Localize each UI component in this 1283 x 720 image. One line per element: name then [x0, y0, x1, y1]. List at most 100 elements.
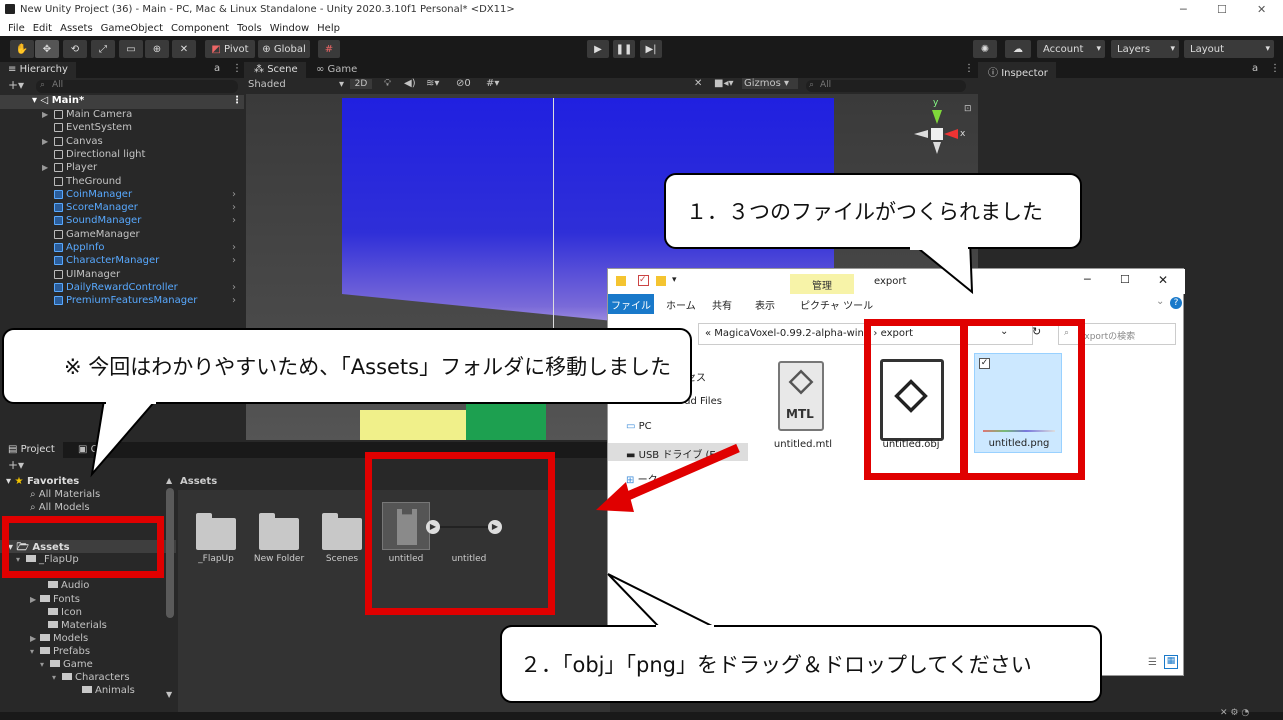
lock-icon[interactable]: a	[214, 63, 220, 74]
ribbon-tab-home[interactable]: ホーム	[666, 297, 696, 312]
project-folder-item[interactable]: ▾ Prefabs	[30, 646, 90, 657]
mtl-file-icon[interactable]: MTL	[778, 361, 824, 431]
nav-item-pc[interactable]: ▭ PC	[626, 421, 652, 432]
project-folder-item[interactable]: ▾ Characters	[52, 672, 130, 683]
ribbon-tab-file[interactable]: ファイル	[608, 294, 654, 314]
project-folder-item[interactable]: ▾ Game	[40, 659, 93, 670]
scene-search-input[interactable]: ⌕ All	[806, 80, 966, 92]
chevron-right-icon[interactable]: ›	[232, 282, 236, 293]
menu-edit[interactable]: Edit	[33, 23, 52, 34]
hierarchy-search-input[interactable]: ⌕ All	[36, 80, 238, 93]
tab-project[interactable]: ▤ Project	[0, 442, 63, 458]
scene-lock-icon[interactable]: ⊡	[964, 104, 972, 114]
grid-snap-icon[interactable]: #	[318, 40, 340, 58]
ribbon-tab-view[interactable]: 表示	[755, 297, 775, 312]
play-button[interactable]: ▶	[587, 40, 609, 58]
audio-icon[interactable]: ◀)	[404, 78, 416, 89]
tab-scene[interactable]: ⁂ Scene	[246, 62, 306, 78]
expand-arrow-icon[interactable]: ▶	[42, 110, 51, 119]
collab-icon[interactable]: ✺	[973, 40, 997, 58]
sidebar-scrollbar[interactable]	[166, 488, 174, 618]
large-icons-view-icon[interactable]: ▦	[1164, 655, 1178, 669]
expand-arrow-icon[interactable]: ▾	[40, 660, 50, 669]
effects-icon[interactable]: ≋▾	[426, 78, 439, 89]
gizmos-dropdown[interactable]: Gizmos ▾	[742, 78, 798, 89]
scroll-down-icon[interactable]: ▼	[166, 690, 172, 699]
2d-toggle[interactable]: 2D	[350, 79, 372, 89]
hierarchy-item[interactable]: CharacterManager ›	[42, 254, 242, 267]
close-icon[interactable]: ✕	[1257, 3, 1266, 16]
chevron-right-icon[interactable]: ›	[232, 255, 236, 266]
chevron-right-icon[interactable]: ›	[232, 202, 236, 213]
lighting-icon[interactable]: 💡︎	[384, 78, 391, 89]
hand-tool-icon[interactable]: ✋	[10, 40, 34, 58]
hierarchy-item[interactable]: TheGround	[42, 175, 242, 188]
menu-assets[interactable]: Assets	[60, 23, 93, 34]
explorer-minimize-icon[interactable]: ─	[1084, 273, 1091, 286]
move-tool-icon[interactable]: ✥	[35, 40, 59, 58]
inspector-lock-icon[interactable]: a	[1252, 63, 1258, 74]
pause-button[interactable]: ❚❚	[613, 40, 635, 58]
hierarchy-item[interactable]: ▶ Player	[42, 161, 242, 174]
ribbon-expand-icon[interactable]: ⌄	[1156, 296, 1164, 307]
expand-arrow-icon[interactable]: ▾	[52, 673, 62, 682]
global-toggle[interactable]: ⊕ Global	[258, 40, 310, 58]
hierarchy-item[interactable]: CoinManager ›	[42, 188, 242, 201]
details-view-icon[interactable]: ☰	[1148, 657, 1157, 668]
hidden-objects-icon[interactable]: ⊘0	[456, 78, 471, 89]
explorer-maximize-icon[interactable]: ☐	[1120, 273, 1130, 286]
transform-tool-icon[interactable]: ⊕	[145, 40, 169, 58]
folder-icon[interactable]	[259, 513, 299, 550]
project-folder-item[interactable]: ▶ Fonts	[30, 594, 80, 605]
scene-root-row[interactable]: ▾ ◁ Main* ⋮	[0, 95, 244, 109]
hierarchy-item[interactable]: DailyRewardController ›	[42, 281, 242, 294]
hierarchy-item[interactable]: EventSystem	[42, 121, 242, 134]
ribbon-tab-picture-tools[interactable]: ピクチャ ツール	[800, 297, 873, 312]
project-folder-item[interactable]: Icon	[38, 607, 82, 618]
camera-icon[interactable]: ■◂▾	[714, 78, 734, 89]
add-object-button[interactable]: +▾	[8, 78, 24, 92]
hierarchy-item[interactable]: ▶ Canvas	[42, 135, 242, 148]
chevron-right-icon[interactable]: ›	[232, 215, 236, 226]
layers-dropdown[interactable]: Layers	[1111, 40, 1179, 58]
expand-arrow-icon[interactable]: ▶	[30, 595, 40, 604]
project-folder-item[interactable]: Materials	[38, 620, 107, 631]
scene-menu-icon[interactable]: ⋮	[232, 95, 242, 106]
breadcrumb-assets[interactable]: Assets	[180, 476, 217, 487]
chevron-right-icon[interactable]: ›	[232, 242, 236, 253]
menu-component[interactable]: Component	[171, 23, 229, 34]
tools-icon[interactable]: ✕	[694, 78, 702, 89]
favorites-header[interactable]: ▾ ★ Favorites	[6, 476, 79, 487]
minimize-icon[interactable]: ─	[1180, 3, 1187, 16]
rect-tool-icon[interactable]: ▭	[119, 40, 143, 58]
explorer-close-icon[interactable]: ✕	[1158, 273, 1168, 287]
custom-tool-icon[interactable]: ✕	[172, 40, 196, 58]
ribbon-tab-share[interactable]: 共有	[712, 297, 732, 312]
hierarchy-item[interactable]: Directional light	[42, 148, 242, 161]
shading-dropdown[interactable]: Shaded ▾	[248, 79, 346, 90]
scene-more-icon[interactable]: ⋮	[964, 63, 974, 74]
cloud-icon[interactable]: ☁	[1005, 40, 1031, 58]
menu-window[interactable]: Window	[270, 23, 309, 34]
hierarchy-item[interactable]: GameManager	[42, 228, 242, 241]
checkbox-icon[interactable]: ✓	[638, 275, 649, 286]
project-folder-item[interactable]: Animals	[72, 685, 135, 696]
project-folder-item[interactable]: Audio	[38, 580, 89, 591]
grid-icon[interactable]: #▾	[486, 78, 499, 89]
expand-arrow-icon[interactable]: ▶	[42, 137, 51, 146]
pivot-toggle[interactable]: ◩ Pivot	[205, 40, 255, 58]
hierarchy-item[interactable]: ▶ Main Camera	[42, 108, 242, 121]
folder-icon[interactable]	[322, 513, 362, 550]
layout-dropdown[interactable]: Layout	[1184, 40, 1274, 58]
more-icon[interactable]: ⋮	[232, 63, 242, 74]
path-parent[interactable]: MagicaVoxel-0.99.2-alpha-win3	[714, 328, 870, 339]
chevron-right-icon[interactable]: ›	[232, 189, 236, 200]
inspector-more-icon[interactable]: ⋮	[1270, 63, 1280, 74]
expand-arrow-icon[interactable]: ▶	[42, 163, 51, 172]
expand-arrow-icon[interactable]: ▶	[30, 634, 40, 643]
hierarchy-item[interactable]: PremiumFeaturesManager ›	[42, 294, 242, 307]
hierarchy-item[interactable]: AppInfo ›	[42, 241, 242, 254]
tab-inspector[interactable]: ⓘ Inspector	[980, 62, 1056, 79]
scale-tool-icon[interactable]: ⤢	[91, 40, 115, 58]
expand-arrow-icon[interactable]: ▾	[30, 647, 40, 656]
